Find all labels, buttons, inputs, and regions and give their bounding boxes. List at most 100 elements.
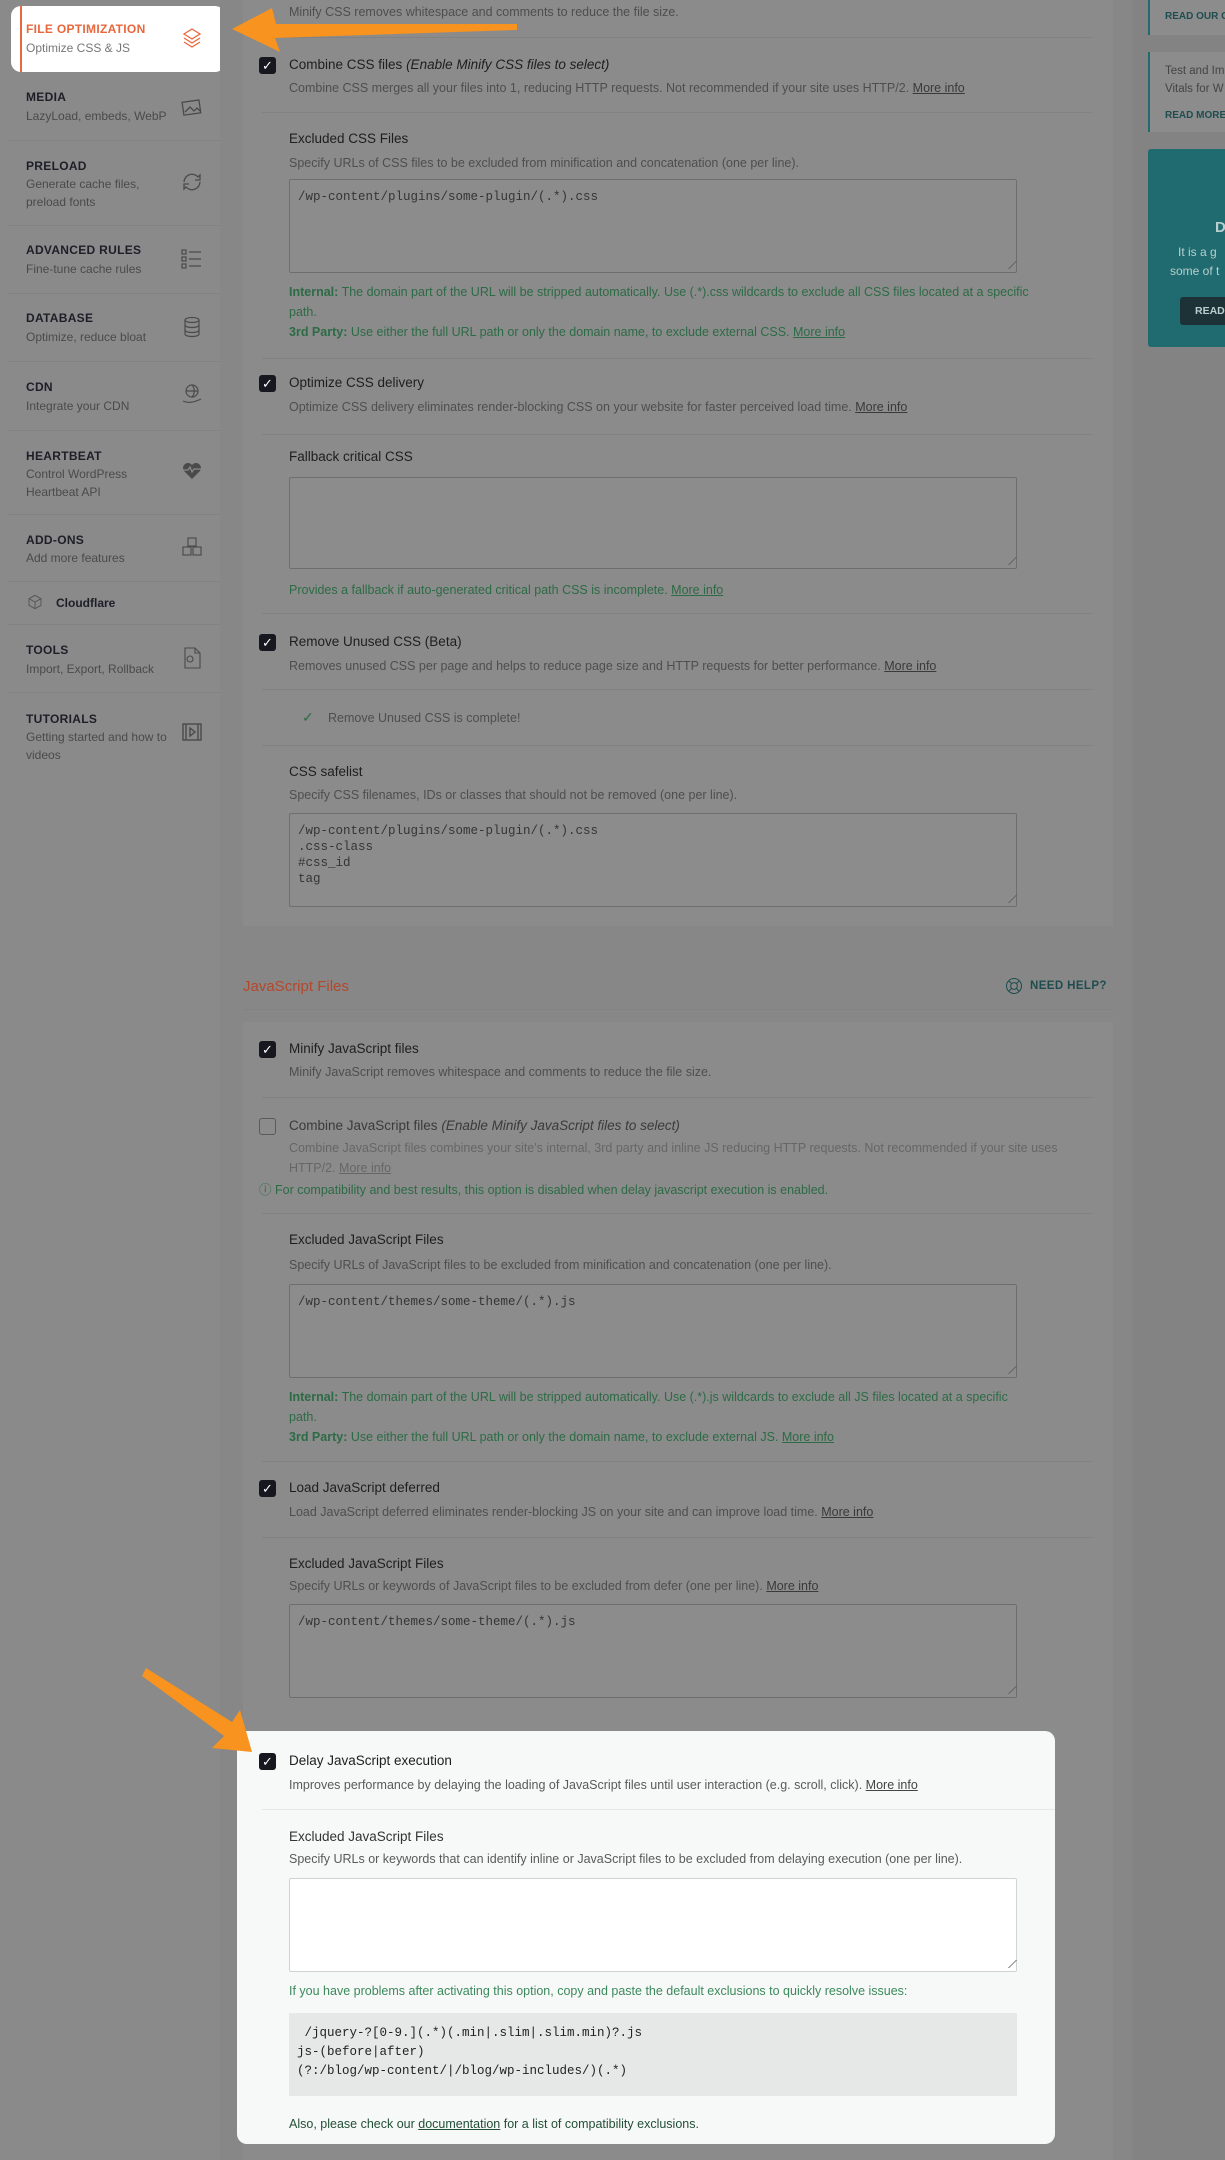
defer-js-checkbox[interactable]: ✓ [259, 1480, 276, 1497]
sidebar-item-subtitle: Integrate your CDN [26, 399, 130, 413]
sidebar-item-subtitle: Getting started and how to videos [26, 730, 167, 762]
more-info-link[interactable]: More info [793, 325, 845, 339]
combine-js-checkbox[interactable] [259, 1118, 276, 1135]
fallback-css-label: Fallback critical CSS [289, 449, 413, 464]
active-indicator [20, 6, 22, 72]
divider [262, 434, 1093, 435]
excluded-css-textarea[interactable]: /wp-content/plugins/some-plugin/(.*).css [289, 179, 1017, 273]
sidebar-item-cdn[interactable]: CDN [26, 380, 53, 394]
divider [262, 613, 1093, 614]
sidebar-item-media[interactable]: MEDIA [26, 90, 66, 104]
sidebar-item-cloudflare[interactable]: Cloudflare [56, 596, 115, 610]
delay-excluded-label: Excluded JavaScript Files [289, 1829, 444, 1844]
remove-unused-css-desc: Removes unused CSS per page and helps to… [289, 659, 937, 673]
more-info-link[interactable]: More info [866, 1778, 918, 1792]
delay-excluded-desc: Specify URLs or keywords that can identi… [289, 1852, 963, 1866]
rucss-status: Remove Unused CSS is complete! [328, 711, 521, 725]
sidebar-item-tutorials[interactable]: TUTORIALS [26, 712, 97, 726]
fallback-css-help: Provides a fallback if auto-generated cr… [289, 583, 724, 597]
excluded-js-help: Internal: The domain part of the URL wil… [289, 1390, 1008, 1444]
article-card: Test and Im Vitals for W READ MORE [1148, 52, 1225, 132]
more-info-link[interactable]: More info [782, 1430, 834, 1444]
sidebar-item-tools[interactable]: TOOLS [26, 643, 69, 657]
delay-help: If you have problems after activating th… [289, 1984, 908, 1998]
sidebar-item-subtitle: Optimize, reduce bloat [26, 330, 147, 344]
optimize-css-label: Optimize CSS delivery [289, 375, 425, 390]
promo-title: D [1215, 219, 1225, 236]
divider [8, 293, 220, 294]
layers-icon [182, 28, 202, 48]
sidebar-item-subtitle: Generate cache files, preload fonts [26, 177, 140, 209]
defer-excluded-textarea[interactable]: /wp-content/themes/some-theme/(.*).js [289, 1604, 1017, 1698]
database-icon [184, 316, 200, 338]
divider [262, 1213, 1093, 1214]
more-info-link[interactable]: More info [766, 1579, 818, 1593]
sidebar-item-subtitle: Import, Export, Rollback [26, 662, 155, 676]
sidebar-item-subtitle: LazyLoad, embeds, WebP [26, 109, 167, 123]
minify-js-checkbox[interactable]: ✓ [259, 1041, 276, 1058]
default-exclusions-code[interactable]: /jquery-?[0-9.](.*)(.min|.slim|.slim.min… [289, 2013, 1017, 2096]
more-info-link[interactable]: More info [821, 1505, 873, 1519]
excluded-js-textarea[interactable]: /wp-content/themes/some-theme/(.*).js [289, 1284, 1017, 1378]
documentation-link[interactable]: documentation [418, 2117, 500, 2131]
divider [262, 1809, 1055, 1810]
promo-text: It is a g [1178, 245, 1217, 259]
excluded-js-desc: Specify URLs of JavaScript files to be e… [289, 1258, 832, 1272]
image-icon [181, 99, 202, 116]
file-gear-icon [184, 647, 201, 669]
check-icon: ✓ [302, 709, 314, 725]
excluded-css-label: Excluded CSS Files [289, 131, 409, 146]
checklist-icon [181, 249, 201, 269]
sidebar-item-heartbeat[interactable]: HEARTBEAT [26, 449, 102, 463]
more-info-link[interactable]: More info [913, 81, 965, 95]
cube-icon [28, 594, 42, 610]
more-info-link[interactable]: More info [339, 1161, 391, 1175]
delay-js-checkbox[interactable]: ✓ [259, 1753, 276, 1770]
sidebar-item-subtitle: Control WordPress Heartbeat API [26, 467, 128, 499]
delay-js-label: Delay JavaScript execution [289, 1753, 452, 1768]
divider [8, 225, 220, 226]
sidebar-item-add-ons[interactable]: ADD-ONS [26, 533, 84, 547]
promo-card: D It is a g some of t READ [1148, 149, 1225, 347]
combine-css-desc: Combine CSS merges all your files into 1… [289, 81, 965, 95]
sidebar-item-title: FILE OPTIMIZATION [26, 22, 146, 36]
promo-read-button[interactable]: READ [1180, 297, 1225, 325]
more-info-link[interactable]: More info [671, 583, 723, 597]
fallback-css-textarea[interactable] [289, 477, 1017, 569]
more-info-link[interactable]: More info [855, 400, 907, 414]
divider [8, 361, 220, 362]
excluded-js-label: Excluded JavaScript Files [289, 1232, 444, 1247]
minify-js-label: Minify JavaScript files [289, 1041, 419, 1056]
css-safelist-textarea[interactable]: /wp-content/plugins/some-plugin/(.*).css… [289, 813, 1017, 907]
sidebar: FILE OPTIMIZATION Optimize CSS & JS MEDI… [0, 0, 225, 2160]
minify-js-desc: Minify JavaScript removes whitespace and… [289, 1065, 712, 1079]
css-safelist-label: CSS safelist [289, 764, 363, 779]
minify-css-desc: Minify CSS removes whitespace and commen… [289, 5, 679, 19]
lifebuoy-icon [1005, 977, 1023, 995]
optimize-css-checkbox[interactable]: ✓ [259, 375, 276, 392]
combine-css-checkbox[interactable]: ✓ [259, 57, 276, 74]
read-more-link[interactable]: READ MORE [1165, 110, 1225, 121]
article-text: Test and Im Vitals for W [1165, 65, 1225, 95]
combine-js-label: Combine JavaScript files (Enable Minify … [289, 1118, 680, 1133]
need-help-link[interactable]: NEED HELP? [1030, 980, 1107, 992]
divider [262, 1537, 1093, 1538]
read-guide-link[interactable]: READ OUR G [1165, 11, 1225, 22]
globe-hand-icon [182, 384, 202, 403]
divider [262, 358, 1093, 359]
info-icon: ⓘ [259, 1183, 272, 1197]
sidebar-item-advanced-rules[interactable]: ADVANCED RULES [26, 243, 141, 257]
divider [262, 37, 1093, 38]
more-info-link[interactable]: More info [884, 659, 936, 673]
css-safelist-desc: Specify CSS filenames, IDs or classes th… [289, 788, 738, 802]
combine-js-desc: Combine JavaScript files combines your s… [289, 1141, 1058, 1175]
sidebar-item-subtitle: Add more features [26, 551, 125, 565]
excluded-css-desc: Specify URLs of CSS files to be excluded… [289, 156, 799, 170]
sidebar-item-database[interactable]: DATABASE [26, 311, 93, 325]
sidebar-item-preload[interactable]: PRELOAD [26, 159, 87, 173]
delay-excluded-textarea[interactable] [289, 1878, 1017, 1972]
cubes-icon [182, 537, 202, 556]
divider [8, 624, 220, 625]
divider [8, 140, 220, 141]
remove-unused-css-checkbox[interactable]: ✓ [259, 634, 276, 651]
